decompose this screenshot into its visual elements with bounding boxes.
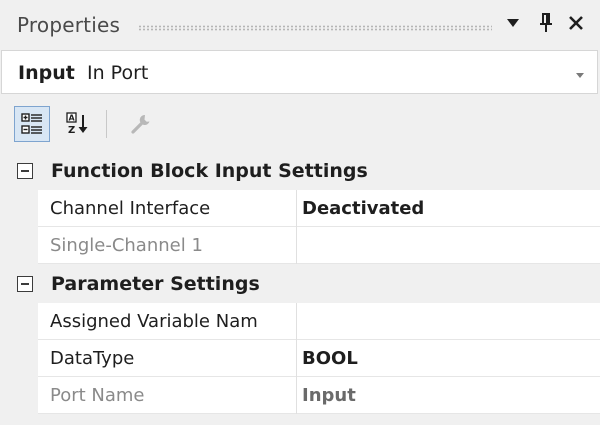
svg-text:A: A [69,114,76,123]
property-pages-button[interactable] [123,106,159,142]
property-row-channel-interface[interactable]: Channel Interface Deactivated [38,190,600,227]
selected-object-type: Input [18,62,75,84]
column-divider[interactable] [296,227,297,264]
property-name: Assigned Variable Nam [50,311,258,332]
wrench-icon [131,114,150,134]
collapse-icon[interactable] [17,276,33,292]
column-divider[interactable] [296,377,297,414]
categorized-view-button[interactable] [14,106,50,142]
auto-hide-pin-button[interactable] [533,10,559,36]
close-icon [569,16,583,30]
property-row-single-channel-1[interactable]: Single-Channel 1 [38,227,600,264]
object-selector-combobox[interactable]: Input In Port [1,50,598,94]
toolbar-separator [106,110,107,138]
triangle-down-icon [507,19,519,27]
property-row-datatype[interactable]: DataType BOOL [38,340,600,377]
title-bar: Properties [0,0,600,46]
selected-object-name: In Port [87,62,149,84]
collapse-icon[interactable] [17,163,33,179]
category-label: Function Block Input Settings [51,160,368,182]
panel-title: Properties [17,13,121,37]
property-row-port-name[interactable]: Port Name Input [38,377,600,414]
alphabetical-sort-button[interactable]: A Z [60,106,96,142]
property-name: DataType [50,348,135,369]
pin-icon [540,13,552,32]
categorized-view-icon [21,113,42,134]
properties-panel: Properties Input In Port A Z Function Bl… [0,0,600,425]
column-divider[interactable] [296,190,297,227]
alphabetical-sort-icon: A Z [66,112,88,136]
drag-grip[interactable] [138,25,492,31]
property-row-assigned-variable-name[interactable]: Assigned Variable Nam [38,303,600,340]
property-value: Input [302,385,356,406]
property-name: Channel Interface [50,198,211,219]
property-value[interactable]: BOOL [302,348,358,369]
close-button[interactable] [563,10,589,36]
window-position-dropdown-button[interactable] [500,10,526,36]
chevron-down-icon[interactable] [576,73,584,78]
property-name: Single-Channel 1 [50,235,203,256]
property-value[interactable]: Deactivated [302,198,424,219]
category-parameter-settings[interactable]: Parameter Settings [0,265,600,303]
property-name: Port Name [50,385,145,406]
svg-text:Z: Z [68,125,75,136]
column-divider[interactable] [296,340,297,377]
property-grid: Function Block Input Settings Channel In… [0,152,600,425]
column-divider[interactable] [296,303,297,340]
category-function-block-input-settings[interactable]: Function Block Input Settings [0,152,600,190]
category-label: Parameter Settings [51,273,260,295]
